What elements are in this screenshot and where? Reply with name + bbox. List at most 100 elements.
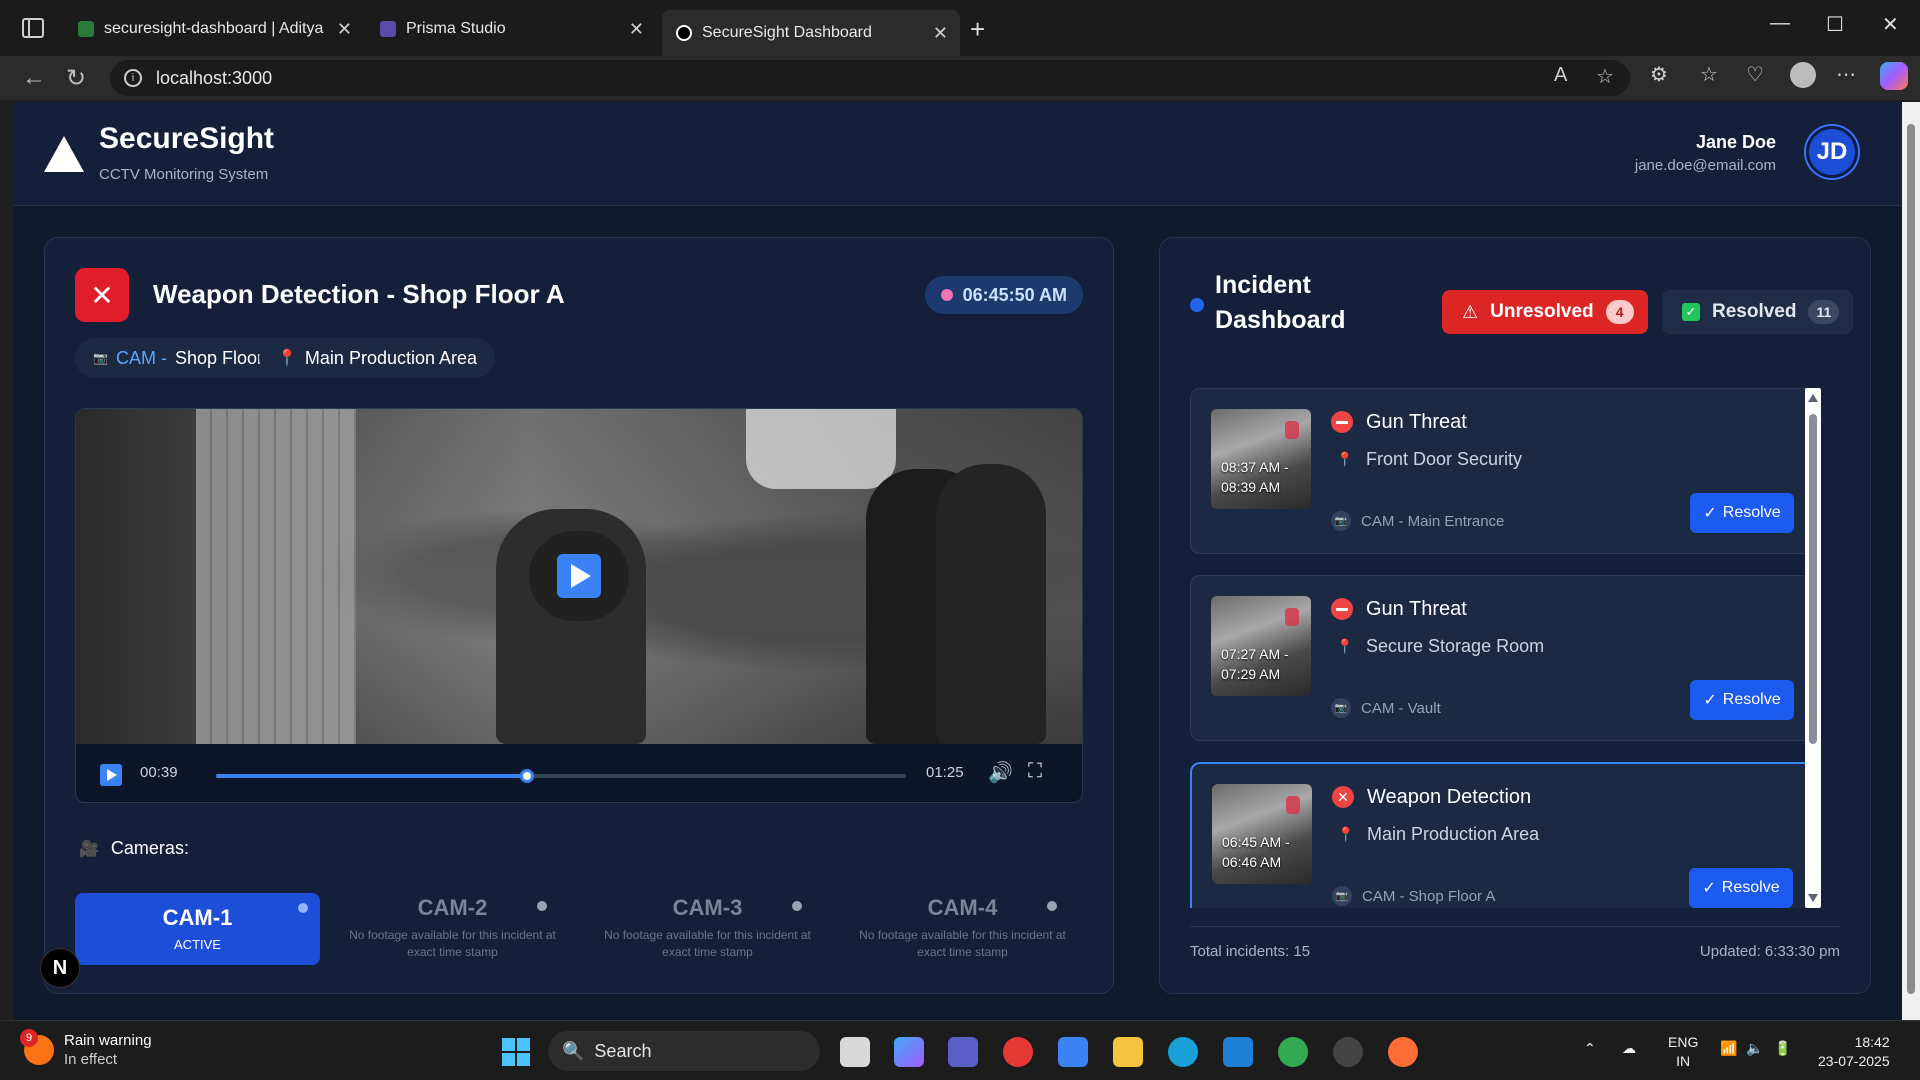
chrome-profile-icon[interactable] [1278, 1037, 1308, 1067]
avatar[interactable]: JD [1806, 126, 1858, 178]
cameras-label-text: Cameras: [110, 838, 189, 858]
camera-icon: 📷 [93, 351, 108, 365]
camera-card-3[interactable]: CAM-3 No footage available for this inci… [585, 893, 830, 965]
extensions-icon[interactable]: ⚙ [1650, 62, 1668, 87]
resolve-button[interactable]: ✓ Resolve [1690, 493, 1794, 533]
copilot-icon[interactable] [1880, 62, 1908, 90]
video-player[interactable]: 00:39 01:25 🔊 ⛶ [75, 408, 1083, 803]
volume-icon[interactable]: 🔈 [1746, 1039, 1763, 1058]
scroll-thumb[interactable] [1809, 414, 1817, 744]
user-email: jane.doe@email.com [1634, 157, 1776, 174]
unresolved-filter-button[interactable]: ⚠ Unresolved 4 [1442, 290, 1648, 334]
chrome-icon[interactable] [1003, 1037, 1033, 1067]
incident-list-scrollbar[interactable] [1805, 388, 1821, 908]
close-window-icon[interactable]: ✕ [1882, 12, 1899, 37]
camera-card-4[interactable]: CAM-4 No footage available for this inci… [840, 893, 1085, 965]
location-pin-icon: 📍 [277, 350, 297, 367]
browser-tab-3[interactable]: SecureSight Dashboard ✕ [662, 10, 960, 56]
store-icon[interactable] [1058, 1037, 1088, 1067]
battery-icon[interactable]: 🔋 [1774, 1039, 1791, 1058]
new-tab-icon[interactable]: + [970, 14, 985, 45]
weather-widget[interactable]: 9 Rain warning In effect [20, 1029, 152, 1069]
fullscreen-icon[interactable]: ⛶ [1028, 760, 1042, 783]
camera-card-name: CAM-1 [162, 905, 233, 930]
file-explorer-icon[interactable] [1113, 1037, 1143, 1067]
task-view-icon[interactable] [840, 1037, 870, 1067]
resolved-filter-button[interactable]: ✓ Resolved 11 [1662, 290, 1854, 334]
camera-icon: 📷 [1331, 511, 1351, 531]
vscode-icon[interactable] [1223, 1037, 1253, 1067]
cameras-icon: 🎥 [79, 840, 99, 858]
browser-essentials-icon[interactable]: ♡ [1746, 62, 1764, 87]
incident-card[interactable]: 08:37 AM - 08:39 AM Gun Threat 📍 Front Do… [1190, 388, 1815, 554]
progress-slider[interactable] [216, 769, 906, 783]
check-icon: ✓ [1682, 303, 1700, 321]
language-indicator[interactable]: ENG IN [1668, 1033, 1698, 1071]
weather-text: Rain warning In effect [64, 1031, 152, 1069]
cameras-section-label: 🎥 Cameras: [79, 838, 189, 859]
play-overlay-button[interactable] [529, 531, 629, 621]
duration: 01:25 [926, 764, 964, 781]
incident-thumbnail[interactable]: 08:37 AM - 08:39 AM [1211, 409, 1311, 509]
url-field[interactable]: i localhost:3000 [110, 60, 1630, 96]
start-icon[interactable] [502, 1038, 530, 1066]
read-aloud-icon[interactable]: A [1554, 64, 1567, 87]
volume-icon[interactable]: 🔊 [988, 760, 1013, 785]
camera-card-2[interactable]: CAM-2 No footage available for this inci… [330, 893, 575, 965]
incident-camera: 📷 CAM - Vault [1331, 698, 1441, 718]
taskbar-search[interactable]: 🔍 Search [548, 1031, 820, 1071]
back-icon[interactable]: ← [22, 64, 46, 92]
region-code: IN [1676, 1053, 1691, 1069]
favorite-star-icon[interactable]: ☆ [1596, 64, 1614, 89]
favorites-icon[interactable]: ☆ [1700, 62, 1718, 87]
incident-camera-name: CAM - Vault [1361, 699, 1441, 717]
scroll-down-icon[interactable] [1808, 894, 1818, 902]
wifi-icon[interactable]: 📶 [1720, 1039, 1737, 1058]
scroll-up-icon[interactable] [1808, 394, 1818, 402]
incident-thumbnail[interactable]: 06:45 AM - 06:46 AM [1212, 784, 1312, 884]
incident-card[interactable]: 07:27 AM - 07:29 AM Gun Threat 📍 Secure S… [1190, 575, 1815, 741]
tab-actions-icon[interactable] [22, 18, 44, 38]
time-end: 07:29 AM [1221, 666, 1281, 682]
more-menu-icon[interactable]: ⋯ [1836, 62, 1856, 87]
dev-tools-badge[interactable]: N [40, 948, 80, 988]
clock-time: 18:42 [1854, 1034, 1890, 1050]
tab-title: SecureSight Dashboard [702, 24, 872, 41]
close-tab-icon[interactable]: ✕ [933, 23, 948, 44]
incident-thumbnail[interactable]: 07:27 AM - 07:29 AM [1211, 596, 1311, 696]
resolve-button[interactable]: ✓ Resolve [1689, 868, 1793, 908]
profile-icon[interactable] [1790, 62, 1816, 88]
browser-tab-2[interactable]: Prisma Studio ✕ [366, 10, 656, 48]
progress-knob[interactable] [519, 769, 534, 783]
teams-icon[interactable] [948, 1037, 978, 1067]
close-tab-icon[interactable]: ✕ [337, 19, 352, 40]
weather-icon: 9 [20, 1029, 54, 1065]
copilot-taskbar-icon[interactable] [894, 1037, 924, 1067]
resolve-label: Resolve [1722, 691, 1781, 708]
tray-chevron-icon[interactable]: ⌃ [1584, 1039, 1596, 1058]
browser-tab-1[interactable]: securesight-dashboard | AdityaBD ✕ [64, 10, 364, 48]
tab-favicon-icon [676, 25, 692, 41]
clock-date: 23-07-2025 [1818, 1053, 1890, 1069]
location-pin-icon: 📍 [1336, 451, 1354, 467]
page-scrollbar[interactable] [1902, 102, 1920, 1020]
play-button[interactable] [100, 764, 122, 786]
camera-card-1[interactable]: CAM-1 ACTIVE [75, 893, 320, 965]
close-tab-icon[interactable]: ✕ [629, 19, 644, 40]
edge-icon[interactable] [1168, 1037, 1198, 1067]
video-frame[interactable] [76, 409, 1082, 744]
tray-app-icon[interactable]: ☁ [1622, 1039, 1636, 1058]
page-scroll-thumb[interactable] [1907, 124, 1915, 994]
refresh-icon[interactable]: ↻ [66, 64, 86, 93]
thumbnail-detail [1285, 608, 1299, 626]
incident-card-selected[interactable]: 06:45 AM -06:46 AM ✕ Weapon Detection 📍 … [1190, 762, 1815, 908]
maximize-icon[interactable]: ☐ [1826, 12, 1844, 37]
postman-icon[interactable] [1388, 1037, 1418, 1067]
minimize-icon[interactable]: — [1770, 12, 1790, 35]
video-scene-person [936, 464, 1046, 744]
site-info-icon[interactable]: i [124, 69, 142, 87]
resolve-button[interactable]: ✓ Resolve [1690, 680, 1794, 720]
chatgpt-icon[interactable] [1333, 1037, 1363, 1067]
incident-type: Gun Threat [1366, 411, 1467, 433]
clock[interactable]: 18:42 23-07-2025 [1818, 1033, 1890, 1071]
